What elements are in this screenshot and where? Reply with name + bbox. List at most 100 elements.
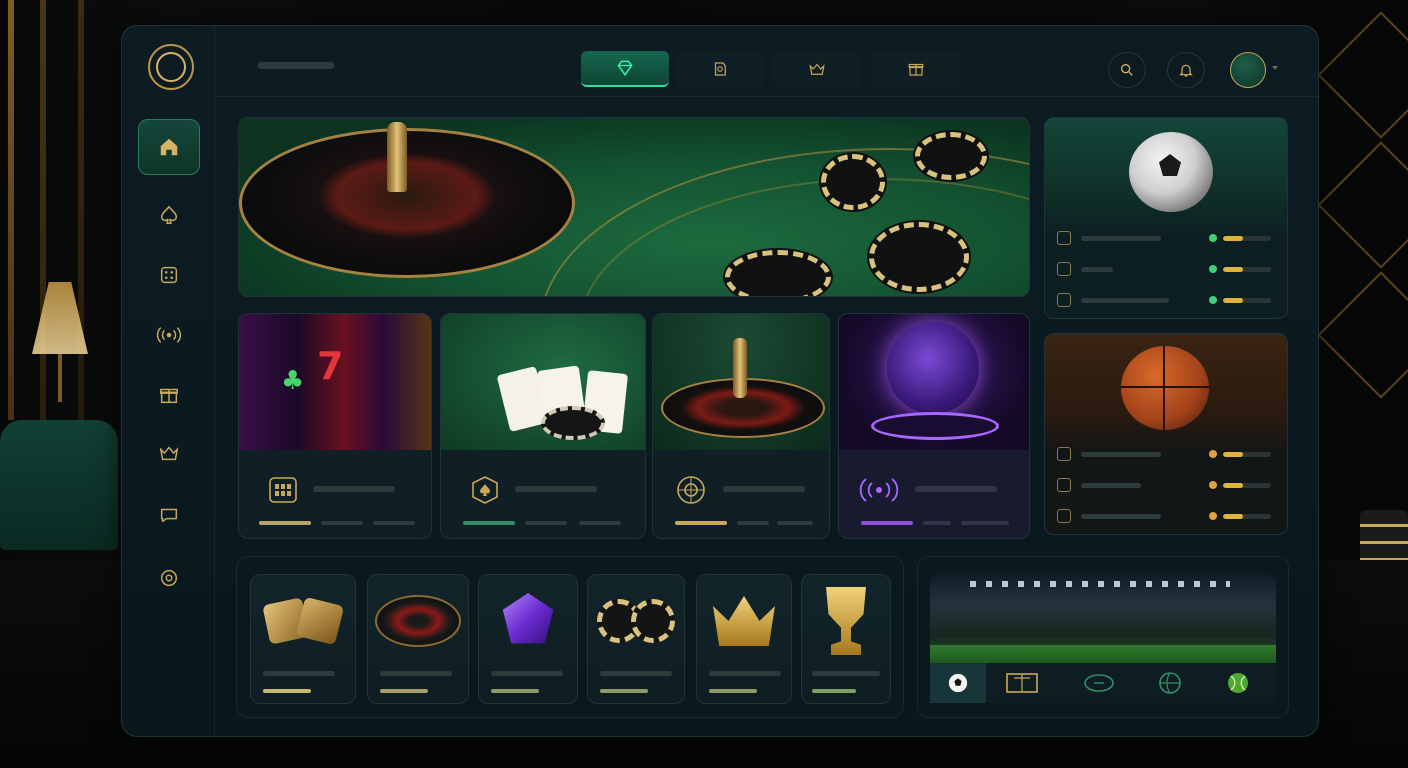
header-divider	[215, 96, 1318, 97]
progress-bar	[1223, 297, 1271, 303]
trophy-icon	[826, 587, 866, 655]
sport-row[interactable]	[1057, 504, 1275, 528]
tab-promotions[interactable]	[872, 51, 960, 87]
category-roulette[interactable]	[367, 574, 469, 704]
sidebar-item-cards[interactable]	[138, 187, 200, 243]
status-dot	[1209, 450, 1217, 458]
search-button[interactable]	[1108, 52, 1146, 88]
tab-american-football[interactable]	[1058, 673, 1140, 693]
game-card-blackjack[interactable]	[440, 313, 646, 539]
progress-bar	[263, 689, 311, 693]
spade-badge-icon	[469, 474, 501, 506]
tab-football[interactable]	[930, 663, 986, 703]
sport-row[interactable]	[1057, 442, 1275, 466]
tab-vip[interactable]	[773, 51, 861, 87]
sidebar-item-chat[interactable]	[138, 487, 200, 543]
avatar[interactable]	[1230, 52, 1266, 88]
gift-icon	[908, 63, 924, 76]
sidebar-item-live[interactable]	[138, 307, 200, 363]
chip	[541, 406, 605, 440]
game-card-live[interactable]	[838, 313, 1030, 539]
category-trophy[interactable]	[801, 574, 891, 704]
live-broadcast-icon	[156, 327, 182, 343]
progress-bar	[259, 521, 311, 525]
chip	[869, 222, 969, 292]
progress-bar	[709, 689, 757, 693]
sport-row[interactable]	[1057, 288, 1275, 312]
category-gem[interactable]	[478, 574, 578, 704]
progress-bar	[812, 689, 856, 693]
roulette-wheel-icon	[375, 595, 461, 647]
logo[interactable]	[148, 44, 194, 90]
notifications-button[interactable]	[1167, 52, 1205, 88]
crown-icon	[159, 446, 179, 461]
crown-icon	[713, 596, 775, 646]
target-icon	[1057, 262, 1071, 276]
sport-row[interactable]	[1057, 257, 1275, 281]
crown-icon	[809, 63, 825, 75]
diamond-icon	[617, 60, 633, 76]
seven-icon: 7	[317, 344, 344, 388]
stadium-tabs	[930, 663, 1276, 703]
roulette-icon	[675, 474, 707, 506]
game-card-roulette[interactable]	[652, 313, 830, 539]
tennis-ball-icon	[1228, 673, 1248, 693]
tab-tennis[interactable]	[1200, 671, 1276, 695]
sidebar-item-settings[interactable]	[138, 550, 200, 606]
chip	[821, 154, 885, 210]
stadium-card[interactable]	[917, 556, 1289, 718]
stadium-image	[930, 573, 1276, 663]
chip	[725, 250, 831, 296]
category-dice[interactable]	[250, 574, 356, 704]
hero-banner[interactable]	[238, 117, 1030, 297]
spade-icon	[160, 205, 178, 224]
progress-bar	[861, 521, 913, 525]
goal-icon	[1057, 293, 1071, 307]
category-chips[interactable]	[587, 574, 685, 704]
basketball-icon	[1159, 672, 1181, 694]
roulette-wheel	[239, 128, 575, 278]
tab-featured[interactable]	[581, 51, 669, 87]
armchair	[0, 420, 118, 550]
gem-icon	[502, 593, 554, 644]
tab-tennis-court[interactable]	[986, 673, 1058, 693]
sport-card-basketball[interactable]	[1044, 333, 1288, 535]
progress-bar	[1223, 451, 1271, 457]
progress-bar	[1223, 235, 1271, 241]
status-dot	[1209, 265, 1217, 273]
football-icon	[1129, 132, 1213, 212]
tab-casino[interactable]	[676, 51, 764, 87]
football-icon	[948, 673, 968, 693]
chevron-down-icon[interactable]	[1272, 66, 1278, 70]
live-orb	[887, 322, 979, 414]
sport-row[interactable]	[1057, 226, 1275, 250]
progress-bar	[600, 689, 648, 693]
progress-bar	[1223, 266, 1271, 272]
search-icon	[1121, 64, 1133, 76]
category-vip[interactable]	[696, 574, 792, 704]
tennis-court-icon	[1006, 673, 1038, 693]
gift-icon	[160, 388, 178, 404]
sidebar-item-home[interactable]	[138, 119, 200, 175]
boot-icon	[1057, 231, 1071, 245]
progress-bar	[491, 689, 539, 693]
dice-icon	[160, 266, 178, 284]
progress-bar	[1223, 513, 1271, 519]
sidebar	[122, 26, 215, 736]
progress-bar	[1223, 482, 1271, 488]
sport-row[interactable]	[1057, 473, 1275, 497]
header-title-placeholder	[258, 62, 334, 69]
sidebar-item-promotions[interactable]	[138, 367, 200, 423]
live-broadcast-icon	[859, 474, 899, 506]
sidebar-item-dice[interactable]	[138, 247, 200, 303]
sport-card-football[interactable]	[1044, 117, 1288, 319]
sidebar-item-vip[interactable]	[138, 425, 200, 481]
play-icon	[1057, 509, 1071, 523]
chip-icon	[714, 62, 726, 76]
tab-basketball[interactable]	[1140, 671, 1200, 695]
main-window: 7 ♣	[121, 25, 1319, 737]
game-card-slots[interactable]: 7 ♣	[238, 313, 432, 539]
basketball-icon	[1121, 346, 1209, 430]
ball-icon	[1057, 478, 1071, 492]
chip	[915, 132, 987, 180]
